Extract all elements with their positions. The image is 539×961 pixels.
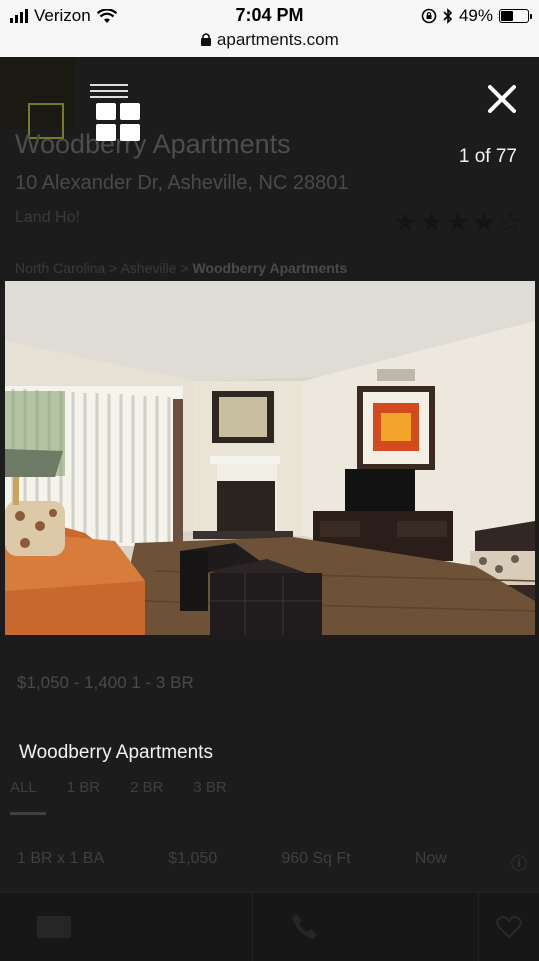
phone-footer-button[interactable] (252, 893, 479, 961)
row-beds: 1 BR x 1 BA (17, 850, 105, 867)
menu-icon[interactable] (90, 84, 128, 98)
info-icon[interactable]: ⓘ (511, 850, 527, 874)
tab-all[interactable]: ALL (10, 779, 37, 796)
property-title: Woodberry Apartments (15, 129, 291, 159)
close-icon[interactable] (486, 83, 518, 115)
phone-icon (292, 914, 317, 939)
bedroom-tabs: ALL 1 BR 2 BR 3 BR (10, 779, 227, 796)
row-sqft: 960 Sq Ft (281, 850, 351, 867)
breadcrumb-current: Woodberry Apartments (192, 260, 348, 276)
breadcrumb-item[interactable]: North Carolina (15, 260, 105, 276)
lock-icon (201, 33, 212, 46)
photo-caption: Woodberry Apartments (19, 742, 213, 763)
rating-stars: ★★★★☆ (393, 207, 525, 237)
favorite-footer-button[interactable] (478, 893, 539, 961)
battery-icon (499, 9, 532, 23)
tab-2br[interactable]: 2 BR (130, 779, 163, 796)
orientation-lock-icon (421, 8, 437, 24)
url-bar[interactable]: apartments.com (0, 30, 539, 50)
url-text: apartments.com (216, 30, 339, 49)
background-footer (0, 892, 539, 961)
email-footer-button[interactable] (0, 893, 253, 961)
row-price: $1,050 (168, 850, 218, 867)
status-right-group: 49% (421, 6, 532, 26)
heart-icon (496, 916, 522, 939)
grid-view-icon[interactable] (96, 103, 141, 141)
breadcrumb: North Carolina > Asheville > Woodberry A… (15, 260, 348, 276)
photo-counter: 1 of 77 (458, 146, 517, 167)
tab-1br[interactable]: 1 BR (67, 779, 100, 796)
tab-3br[interactable]: 3 BR (193, 779, 226, 796)
tab-underline (10, 812, 46, 815)
mail-icon (37, 916, 71, 938)
property-link[interactable]: Land Ho! (15, 209, 80, 227)
row-availability: Now (414, 850, 447, 867)
table-row[interactable]: 1 BR x 1 BA $1,050 960 Sq Ft Now ⓘ (17, 850, 527, 874)
price-summary: $1,050 - 1,400 1 - 3 BR (17, 673, 194, 692)
gallery-photo[interactable] (5, 281, 535, 635)
battery-percent: 49% (458, 6, 493, 25)
browser-status-bar: Verizon 7:04 PM 49% apartments.com (0, 0, 539, 58)
living-room-photo (5, 281, 535, 635)
property-address: 10 Alexander Dr, Asheville, NC 28801 (15, 172, 349, 194)
breadcrumb-item[interactable]: Asheville (120, 260, 176, 276)
bluetooth-icon (443, 8, 453, 24)
